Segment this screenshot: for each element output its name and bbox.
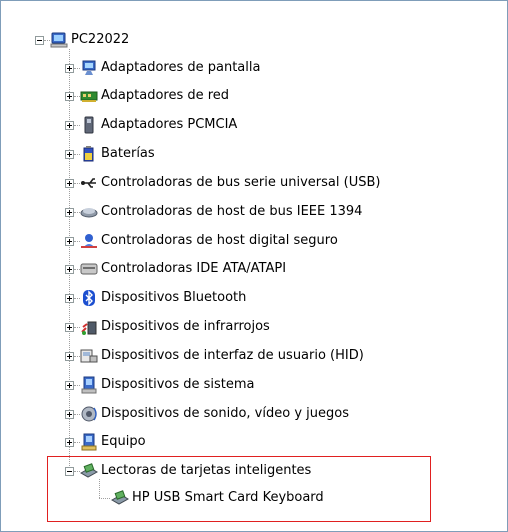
- tree-item-label: Dispositivos de interfaz de usuario (HID…: [101, 348, 364, 363]
- tree-item-label: Adaptadores de red: [101, 88, 230, 103]
- tree-item-label: Adaptadores de pantalla: [101, 60, 261, 75]
- expand-toggle[interactable]: [65, 381, 74, 390]
- ieee1394-icon: [80, 208, 98, 218]
- expand-toggle[interactable]: [65, 237, 74, 246]
- expand-toggle[interactable]: [65, 179, 74, 188]
- computer-icon: [50, 32, 68, 48]
- expand-toggle[interactable]: [65, 294, 74, 303]
- tree-item-label: Controladoras de bus serie universal (US…: [101, 175, 381, 190]
- usb-icon: [81, 178, 96, 188]
- tree-item-label: Baterías: [101, 146, 155, 161]
- battery-icon: [83, 146, 94, 162]
- sd-host-icon: [81, 234, 97, 248]
- expand-toggle[interactable]: [65, 323, 74, 332]
- expand-toggle[interactable]: [65, 150, 74, 159]
- sound-icon: [81, 406, 97, 422]
- expand-toggle[interactable]: [65, 121, 74, 130]
- bluetooth-icon: [83, 290, 95, 306]
- highlight-box: [47, 456, 431, 522]
- expand-toggle[interactable]: [65, 352, 74, 361]
- expand-toggle[interactable]: [65, 64, 74, 73]
- computer-small-icon: [81, 433, 97, 451]
- infrared-icon: [81, 321, 97, 335]
- collapse-toggle-root[interactable]: [35, 36, 44, 45]
- pcmcia-icon: [84, 116, 94, 134]
- ide-controller-icon: [80, 263, 98, 275]
- display-adapter-icon: [82, 60, 96, 75]
- tree-item-label: Dispositivos de sonido, vídeo y juegos: [101, 406, 349, 421]
- hid-icon: [80, 349, 98, 363]
- tree-item-label: Controladoras IDE ATA/ATAPI: [101, 261, 287, 276]
- expand-toggle[interactable]: [65, 438, 74, 447]
- device-tree: PC22022 Adaptadores de pantalla Adaptado…: [1, 1, 507, 531]
- tree-item-label: Dispositivos Bluetooth: [101, 290, 247, 305]
- expand-toggle[interactable]: [65, 265, 74, 274]
- tree-item-label: Dispositivos de infrarrojos: [101, 319, 270, 334]
- expand-toggle[interactable]: [65, 410, 74, 419]
- system-device-icon: [81, 376, 97, 394]
- tree-item-label: Equipo: [101, 434, 146, 449]
- expand-toggle[interactable]: [65, 208, 74, 217]
- tree-item-label: Controladoras de host de bus IEEE 1394: [101, 204, 363, 219]
- tree-item-label: Adaptadores PCMCIA: [101, 117, 238, 132]
- network-adapter-icon: [80, 91, 98, 102]
- tree-root-label[interactable]: PC22022: [71, 31, 129, 49]
- tree-item-label: Controladoras de host digital seguro: [101, 233, 338, 248]
- device-tree-panel: PC22022 Adaptadores de pantalla Adaptado…: [0, 0, 508, 532]
- expand-toggle[interactable]: [65, 92, 74, 101]
- tree-item-label: Dispositivos de sistema: [101, 377, 255, 392]
